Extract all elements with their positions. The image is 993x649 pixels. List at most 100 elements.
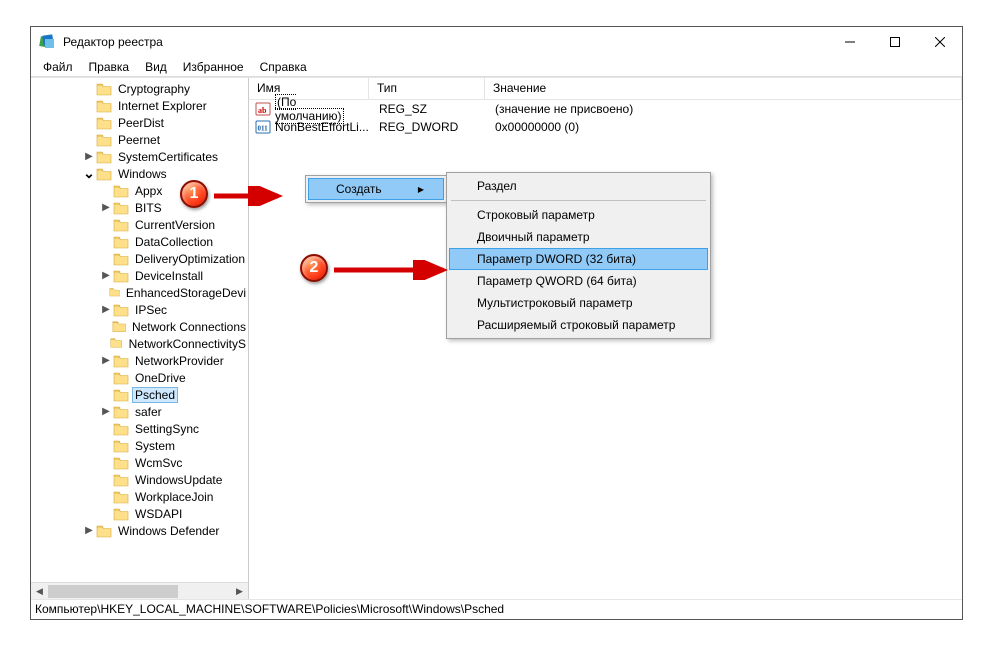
tree-node-networkprovider[interactable]: ▶NetworkProvider — [31, 352, 248, 369]
tree-node-onedrive[interactable]: OneDrive — [31, 369, 248, 386]
tree-node-label: Peernet — [116, 133, 162, 147]
annotation-arrow-2 — [332, 260, 452, 280]
folder-icon — [113, 252, 129, 266]
tree-node-internet-explorer[interactable]: Internet Explorer — [31, 97, 248, 114]
tree-expander-icon[interactable]: ▶ — [99, 403, 113, 420]
list-cell-value: (значение не присвоено) — [487, 102, 962, 116]
column-header-type[interactable]: Тип — [369, 78, 485, 99]
tree-node-networkconnectivitys[interactable]: NetworkConnectivityS — [31, 335, 248, 352]
tree-node-label: Windows — [116, 167, 169, 181]
folder-icon — [113, 439, 129, 453]
tree-node-settingsync[interactable]: SettingSync — [31, 420, 248, 437]
svg-text:011: 011 — [258, 125, 269, 133]
ctx-separator — [451, 200, 706, 201]
scroll-left-button[interactable]: ◀ — [31, 583, 48, 600]
annotation-arrow-1 — [212, 186, 287, 206]
tree-node-datacollection[interactable]: DataCollection — [31, 233, 248, 250]
tree-node-label: BITS — [133, 201, 164, 215]
folder-icon — [96, 99, 112, 113]
tree-node-label: PeerDist — [116, 116, 166, 130]
tree-expander-icon[interactable]: ▶ — [99, 267, 113, 284]
maximize-button[interactable] — [872, 28, 917, 56]
tree-node-windowsupdate[interactable]: WindowsUpdate — [31, 471, 248, 488]
ctx-new-string[interactable]: Строковый параметр — [449, 204, 708, 226]
folder-icon — [113, 235, 129, 249]
folder-icon — [109, 286, 120, 300]
tree-node-deviceinstall[interactable]: ▶ DeviceInstall — [31, 267, 248, 284]
tree-horizontal-scrollbar[interactable]: ◀ ▶ — [31, 582, 248, 599]
minimize-button[interactable] — [827, 28, 872, 56]
statusbar: Компьютер\HKEY_LOCAL_MACHINE\SOFTWARE\Po… — [31, 599, 962, 619]
tree-node-enhancedstoragedevi[interactable]: EnhancedStorageDevi — [31, 284, 248, 301]
tree-node-network-connections[interactable]: Network Connections — [31, 318, 248, 335]
folder-icon — [113, 303, 129, 317]
tree-node-safer[interactable]: ▶safer — [31, 403, 248, 420]
tree-node-workplacejoin[interactable]: WorkplaceJoin — [31, 488, 248, 505]
list-row[interactable]: ab(По умолчанию)REG_SZ(значение не присв… — [249, 100, 962, 118]
menu-view[interactable]: Вид — [137, 58, 175, 76]
annotation-marker-1: 1 — [180, 180, 208, 208]
tree-node-label: DeliveryOptimization — [133, 252, 247, 266]
tree-node-currentversion[interactable]: CurrentVersion — [31, 216, 248, 233]
titlebar: Редактор реестра — [31, 27, 962, 57]
tree-expander-icon[interactable]: ▶ — [99, 199, 113, 216]
tree-node-peernet[interactable]: Peernet — [31, 131, 248, 148]
folder-icon — [113, 456, 129, 470]
tree-node-label: DataCollection — [133, 235, 215, 249]
tree-pane[interactable]: CryptographyInternet Explorer PeerDist Pee… — [31, 78, 249, 599]
folder-icon — [113, 218, 129, 232]
ctx-new-key[interactable]: Раздел — [449, 175, 708, 197]
list-row[interactable]: 011NonBestEffortLi...REG_DWORD0x00000000… — [249, 118, 962, 136]
tree-expander-icon[interactable]: ▶ — [82, 522, 96, 539]
tree-node-windows[interactable]: ⌄ Windows — [31, 165, 248, 182]
ctx-new-dword[interactable]: Параметр DWORD (32 бита) — [449, 248, 708, 270]
folder-icon — [96, 82, 112, 96]
tree-node-label: WindowsUpdate — [133, 473, 224, 487]
ctx-new-binary[interactable]: Двоичный параметр — [449, 226, 708, 248]
menu-favorites[interactable]: Избранное — [175, 58, 252, 76]
content-area: CryptographyInternet Explorer PeerDist Pee… — [31, 77, 962, 599]
menu-help[interactable]: Справка — [252, 58, 315, 76]
folder-icon — [113, 473, 129, 487]
tree-node-label: EnhancedStorageDevi — [124, 286, 248, 300]
close-button[interactable] — [917, 28, 962, 56]
window-controls — [827, 28, 962, 56]
list-cell-type: REG_SZ — [371, 102, 487, 116]
tree-node-deliveryoptimization[interactable]: DeliveryOptimization — [31, 250, 248, 267]
tree-node-system[interactable]: System — [31, 437, 248, 454]
tree-node-ipsec[interactable]: ▶IPSec — [31, 301, 248, 318]
list-pane[interactable]: Имя Тип Значение ab(По умолчанию)REG_SZ(… — [249, 78, 962, 599]
tree-node-label: DeviceInstall — [133, 269, 205, 283]
ctx-create[interactable]: Создать — [308, 178, 444, 200]
window-title: Редактор реестра — [63, 35, 827, 49]
tree-expander-icon[interactable]: ▶ — [99, 301, 113, 318]
ctx-new-multistring[interactable]: Мультистроковый параметр — [449, 292, 708, 314]
tree-node-systemcertificates[interactable]: ▶SystemCertificates — [31, 148, 248, 165]
menubar: Файл Правка Вид Избранное Справка — [31, 57, 962, 77]
menu-file[interactable]: Файл — [35, 58, 81, 76]
ctx-new-expandstring[interactable]: Расширяемый строковый параметр — [449, 314, 708, 336]
context-submenu-create: Раздел Строковый параметр Двоичный парам… — [446, 172, 711, 339]
tree-node-label: System — [133, 439, 177, 453]
folder-icon — [113, 354, 129, 368]
folder-icon — [96, 133, 112, 147]
scroll-track[interactable] — [48, 583, 231, 599]
registry-tree: CryptographyInternet Explorer PeerDist Pee… — [31, 78, 248, 541]
menu-edit[interactable]: Правка — [81, 58, 138, 76]
scroll-thumb[interactable] — [48, 585, 178, 598]
tree-node-wsdapi[interactable]: WSDAPI — [31, 505, 248, 522]
tree-expander-icon[interactable]: ▶ — [82, 148, 96, 165]
tree-expander-icon[interactable]: ⌄ — [82, 165, 96, 182]
scroll-right-button[interactable]: ▶ — [231, 583, 248, 600]
list-cell-name: NonBestEffortLi... — [275, 120, 371, 134]
svg-text:ab: ab — [258, 106, 267, 115]
tree-node-cryptography[interactable]: Cryptography — [31, 80, 248, 97]
list-cell-name: (По умолчанию) — [275, 95, 371, 123]
tree-node-windows-defender[interactable]: ▶Windows Defender — [31, 522, 248, 539]
tree-node-wcmsvc[interactable]: WcmSvc — [31, 454, 248, 471]
tree-node-psched[interactable]: Psched — [31, 386, 248, 403]
ctx-new-qword[interactable]: Параметр QWORD (64 бита) — [449, 270, 708, 292]
column-header-value[interactable]: Значение — [485, 78, 962, 99]
tree-expander-icon[interactable]: ▶ — [99, 352, 113, 369]
tree-node-peerdist[interactable]: PeerDist — [31, 114, 248, 131]
